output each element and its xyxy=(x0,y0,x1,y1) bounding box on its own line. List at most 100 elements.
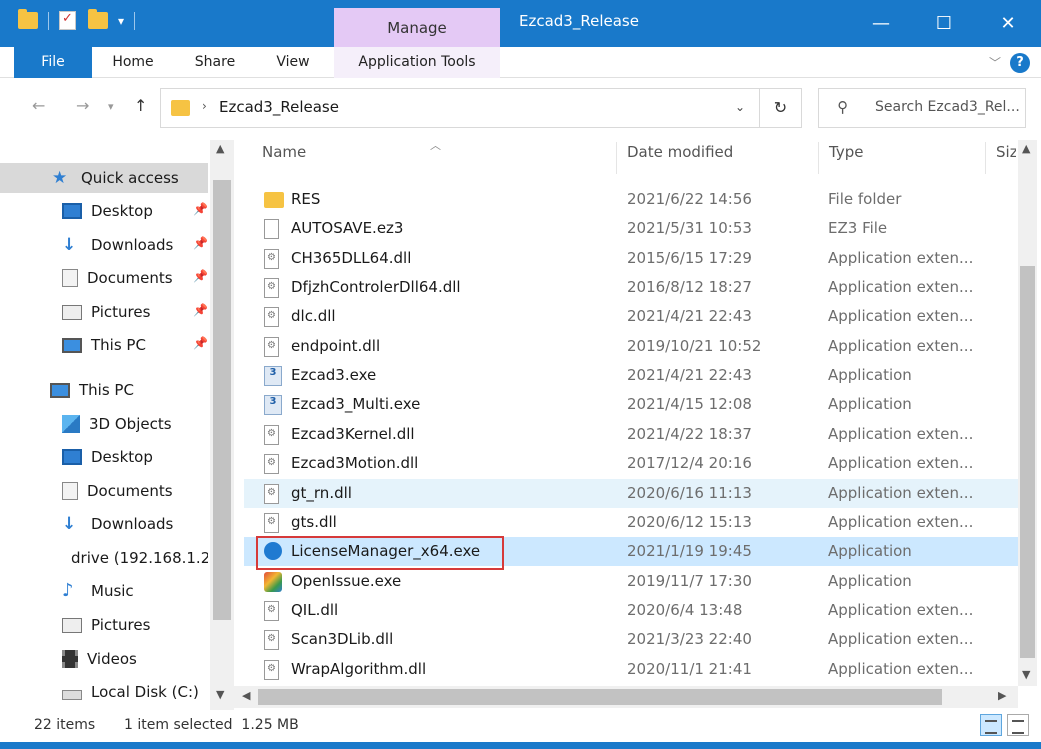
nav-item-videos[interactable]: Videos xyxy=(0,644,208,674)
large-icons-view-button[interactable] xyxy=(1007,714,1029,736)
scroll-down-icon[interactable]: ▼ xyxy=(216,688,224,701)
address-bar[interactable]: › Ezcad3_Release ⌄ xyxy=(160,88,760,128)
file-row[interactable]: RES 2021/6/22 14:56 File folder xyxy=(244,185,1018,214)
file-date-modified: 2015/6/15 17:29 xyxy=(627,248,752,267)
back-arrow-icon[interactable]: ← xyxy=(32,96,45,115)
address-history-dropdown-icon[interactable]: ⌄ xyxy=(735,100,745,114)
nav-item-this-pc[interactable]: This PC xyxy=(0,375,208,405)
nav-label: Local Disk (C:) xyxy=(91,683,199,701)
forward-arrow-icon[interactable]: → xyxy=(76,96,89,115)
nav-item-downloads[interactable]: ↓ Downloads 📌 xyxy=(0,230,208,260)
column-divider[interactable] xyxy=(818,142,819,174)
new-folder-icon[interactable] xyxy=(88,9,108,29)
navigation-scrollbar[interactable]: ▲ ▼ xyxy=(210,140,234,710)
close-button[interactable]: ✕ xyxy=(978,0,1038,47)
documents-icon xyxy=(62,269,78,287)
dll-file-icon xyxy=(264,307,279,328)
file-date-modified: 2020/6/12 15:13 xyxy=(627,512,752,531)
details-view-button[interactable] xyxy=(980,714,1002,736)
up-arrow-icon[interactable]: ↑ xyxy=(134,96,147,115)
nav-item-documents-pc[interactable]: Documents xyxy=(0,476,208,506)
nav-item-3d-objects[interactable]: 3D Objects xyxy=(0,409,208,439)
nav-item-documents[interactable]: Documents 📌 xyxy=(0,263,208,293)
scroll-up-icon[interactable]: ▲ xyxy=(1022,142,1030,155)
column-header-type[interactable]: Type xyxy=(829,143,863,171)
file-row[interactable]: Ezcad3Kernel.dll 2021/4/22 18:37 Applicati… xyxy=(244,420,1018,449)
file-type: Application exten... xyxy=(828,600,974,619)
nav-item-desktop[interactable]: Desktop 📌 xyxy=(0,196,208,226)
column-divider[interactable] xyxy=(985,142,986,174)
customize-toolbar-dropdown-icon[interactable]: ▾ xyxy=(118,14,124,28)
column-divider[interactable] xyxy=(616,142,617,174)
properties-icon[interactable] xyxy=(59,11,76,30)
file-row[interactable]: QIL.dll 2020/6/4 13:48 Application exten..… xyxy=(244,596,1018,625)
file-row[interactable]: endpoint.dll 2019/10/21 10:52 Application … xyxy=(244,332,1018,361)
nav-label: Quick access xyxy=(81,169,179,187)
nav-item-pictures-pc[interactable]: Pictures xyxy=(0,610,208,640)
manage-contextual-tab[interactable]: Manage xyxy=(334,8,500,47)
column-header-name[interactable]: Name xyxy=(262,143,306,171)
maximize-button[interactable]: ☐ xyxy=(914,0,974,47)
nav-item-pictures[interactable]: Pictures 📌 xyxy=(0,297,208,327)
file-row[interactable]: 3 Ezcad3_Multi.exe 2021/4/15 12:08 Applicat… xyxy=(244,390,1018,419)
help-button[interactable]: ? xyxy=(1010,53,1030,73)
column-header-size[interactable]: Size xyxy=(996,143,1016,171)
tab-view[interactable]: View xyxy=(266,47,320,78)
tab-application-tools[interactable]: Application Tools xyxy=(334,47,500,78)
file-name: AUTOSAVE.ez3 xyxy=(291,219,404,238)
file-row[interactable]: dlc.dll 2021/4/21 22:43 Application exten.… xyxy=(244,302,1018,331)
scroll-up-icon[interactable]: ▲ xyxy=(216,142,224,155)
tab-file[interactable]: File xyxy=(14,47,92,78)
download-icon: ↓ xyxy=(62,235,77,255)
expand-ribbon-icon[interactable]: ﹀ xyxy=(989,54,1001,71)
nav-item-downloads-pc[interactable]: ↓ Downloads xyxy=(0,509,208,539)
nav-item-desktop-pc[interactable]: Desktop xyxy=(0,442,208,472)
minimize-button[interactable]: — xyxy=(851,0,911,47)
scrollbar-thumb[interactable] xyxy=(1020,266,1035,658)
file-row[interactable]: gt_rn.dll 2020/6/16 11:13 Application exte… xyxy=(244,478,1018,508)
file-date-modified: 2021/6/22 14:56 xyxy=(627,190,752,208)
pin-icon[interactable]: 📌 xyxy=(193,269,208,283)
file-row[interactable]: CH365DLL64.dll 2015/6/15 17:29 Application… xyxy=(244,244,1018,273)
nav-label: Desktop xyxy=(91,202,153,220)
tab-home[interactable]: Home xyxy=(104,47,162,78)
refresh-button[interactable]: ↻ xyxy=(760,88,802,128)
column-header-date[interactable]: Date modified xyxy=(627,143,733,171)
desktop-icon xyxy=(62,203,82,219)
file-list-vertical-scrollbar[interactable]: ▲ ▼ xyxy=(1018,140,1037,686)
scroll-down-icon[interactable]: ▼ xyxy=(1022,668,1030,681)
nav-item-music[interactable]: ♪ Music xyxy=(0,576,208,606)
file-name: CH365DLL64.dll xyxy=(291,248,412,267)
scrollbar-thumb[interactable] xyxy=(258,689,942,705)
pin-icon[interactable]: 📌 xyxy=(193,303,208,317)
scroll-right-icon[interactable]: ▶ xyxy=(998,689,1006,702)
breadcrumb[interactable]: Ezcad3_Release xyxy=(219,98,339,116)
file-row[interactable]: OpenIssue.exe 2019/11/7 17:30 Application xyxy=(244,567,1018,596)
nav-item-network-drive[interactable]: drive (192.168.1.2 xyxy=(0,543,208,573)
file-row[interactable]: 3 Ezcad3.exe 2021/4/21 22:43 Application xyxy=(244,361,1018,390)
breadcrumb-chevron-icon[interactable]: › xyxy=(202,99,207,113)
file-date-modified: 2020/6/16 11:13 xyxy=(627,483,752,502)
file-row[interactable]: gts.dll 2020/6/12 15:13 Application exten.… xyxy=(244,508,1018,537)
file-row[interactable]: DfjzhControlerDll64.dll 2016/8/12 18:27 Ap… xyxy=(244,273,1018,302)
file-row[interactable]: AUTOSAVE.ez3 2021/5/31 10:53 EZ3 File xyxy=(244,214,1018,243)
pin-icon[interactable]: 📌 xyxy=(193,336,208,350)
tab-share[interactable]: Share xyxy=(186,47,244,78)
file-list-horizontal-scrollbar[interactable]: ◀ ▶ xyxy=(234,686,1018,708)
nav-label: 3D Objects xyxy=(89,415,172,433)
search-input[interactable]: ⚲ Search Ezcad3_Rel... xyxy=(818,88,1026,128)
dll-file-icon xyxy=(264,659,279,680)
nav-item-quick-access[interactable]: ★ Quick access xyxy=(0,163,208,193)
scrollbar-thumb[interactable] xyxy=(213,180,231,620)
scroll-left-icon[interactable]: ◀ xyxy=(242,689,250,702)
file-row[interactable]: Scan3DLib.dll 2021/3/23 22:40 Application … xyxy=(244,625,1018,654)
pin-icon[interactable]: 📌 xyxy=(193,236,208,250)
file-row[interactable]: WrapAlgorithm.dll 2020/11/1 21:41 Applicat… xyxy=(244,655,1018,684)
search-placeholder: Search Ezcad3_Rel... xyxy=(875,99,1020,115)
pin-icon[interactable]: 📌 xyxy=(193,202,208,216)
file-row[interactable]: Ezcad3Motion.dll 2017/12/4 20:16 Applicati… xyxy=(244,449,1018,478)
nav-item-local-disk[interactable]: Local Disk (C:) xyxy=(0,677,208,707)
recent-locations-icon[interactable]: ▾ xyxy=(108,100,114,113)
file-type: Application exten... xyxy=(828,483,974,502)
nav-item-this-pc-pinned[interactable]: This PC 📌 xyxy=(0,330,208,360)
